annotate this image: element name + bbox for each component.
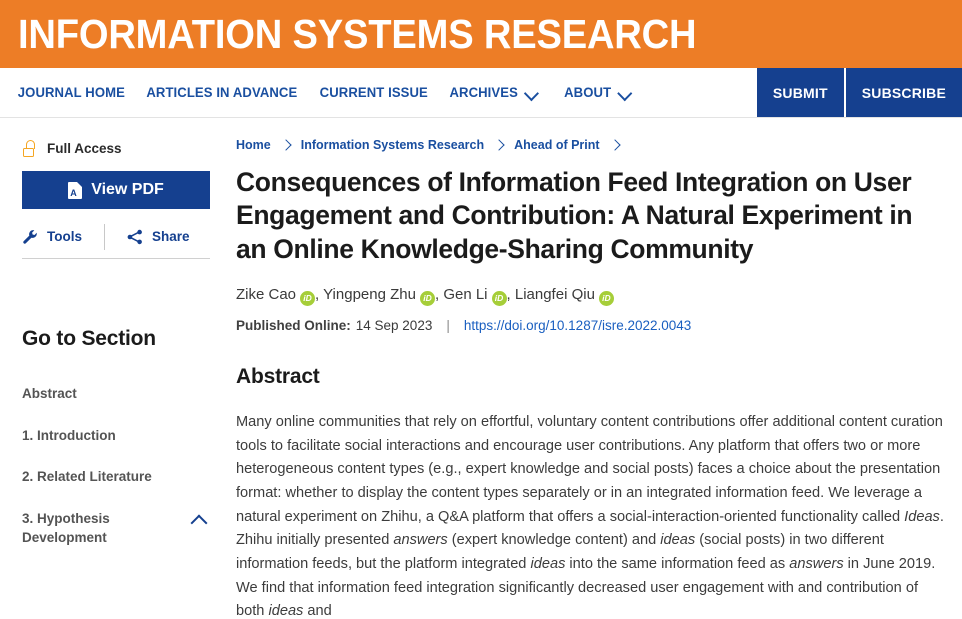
sidebar-item-label: Abstract bbox=[22, 386, 77, 401]
sidebar-item-hypothesis-development[interactable]: 3. Hypothesis Development bbox=[22, 498, 210, 559]
nav-item-journal-home[interactable]: JOURNAL HOME bbox=[18, 85, 134, 100]
author-name[interactable]: Liangfei Qiu bbox=[515, 286, 595, 303]
subscribe-button[interactable]: SUBSCRIBE bbox=[845, 68, 962, 117]
sidebar-item-label: 1. Introduction bbox=[22, 427, 116, 443]
chevron-right-icon bbox=[280, 139, 292, 151]
open-lock-icon bbox=[22, 140, 35, 157]
chevron-right-icon bbox=[493, 139, 505, 151]
nav-item-label: ABOUT bbox=[564, 85, 612, 100]
masthead-banner: INFORMATION SYSTEMS RESEARCH bbox=[0, 0, 962, 68]
share-label: Share bbox=[152, 229, 190, 244]
abstract-heading: Abstract bbox=[236, 365, 320, 389]
wrench-icon bbox=[23, 229, 37, 244]
journal-title: INFORMATION SYSTEMS RESEARCH bbox=[18, 10, 697, 57]
sidebar-item-label: 3. Hypothesis Development bbox=[22, 510, 110, 546]
pdf-file-icon bbox=[68, 181, 83, 199]
sidebar-item-label: 2. Related Literature bbox=[22, 469, 152, 485]
nav-item-archives[interactable]: ARCHIVES bbox=[440, 85, 552, 100]
nav-links-group: JOURNAL HOME ARTICLES IN ADVANCE CURRENT… bbox=[0, 68, 648, 117]
author-name[interactable]: Yingpeng Zhu bbox=[323, 286, 416, 303]
nav-item-label: ARTICLES IN ADVANCE bbox=[146, 85, 298, 100]
tools-button[interactable]: Tools bbox=[22, 229, 104, 245]
orcid-icon[interactable]: iD bbox=[419, 291, 435, 307]
orcid-icon[interactable]: iD bbox=[300, 291, 316, 307]
orcid-icon[interactable]: iD bbox=[491, 291, 507, 307]
chevron-down-icon[interactable] bbox=[617, 85, 632, 100]
view-pdf-button[interactable]: View PDF bbox=[22, 171, 210, 209]
share-icon bbox=[127, 229, 142, 244]
separator: | bbox=[446, 318, 450, 334]
nav-item-articles-in-advance[interactable]: ARTICLES IN ADVANCE bbox=[138, 85, 306, 100]
sidebar-item-abstract[interactable]: Abstract bbox=[22, 373, 210, 415]
publication-info: Published Online: 14 Sep 2023 | https://… bbox=[236, 318, 948, 333]
tools-share-row: Tools Share bbox=[22, 215, 210, 259]
sidebar-item-related-literature[interactable]: 2. Related Literature bbox=[22, 456, 210, 498]
chevron-down-icon[interactable] bbox=[523, 85, 538, 100]
nav-item-label: CURRENT ISSUE bbox=[319, 85, 429, 100]
go-to-section-heading: Go to Section bbox=[22, 327, 156, 350]
submit-button[interactable]: SUBMIT bbox=[756, 68, 844, 117]
access-status: Full Access bbox=[22, 140, 210, 157]
article-content: Home Information Systems Research Ahead … bbox=[232, 118, 962, 619]
access-label: Full Access bbox=[47, 141, 122, 156]
author-list: Zike Cao iD, Yingpeng Zhu iD, Gen Li iD, Li… bbox=[236, 284, 948, 307]
breadcrumb-item-home[interactable]: Home bbox=[236, 138, 271, 152]
nav-item-current-issue[interactable]: CURRENT ISSUE bbox=[311, 85, 437, 100]
nav-action-buttons: SUBMIT SUBSCRIBE bbox=[756, 68, 962, 117]
published-date: 14 Sep 2023 bbox=[355, 318, 433, 334]
author-separator: , bbox=[315, 286, 324, 304]
page-body: Full Access View PDF Tools Share bbox=[0, 118, 962, 619]
tools-label: Tools bbox=[47, 229, 82, 244]
nav-item-about[interactable]: ABOUT bbox=[556, 85, 647, 100]
breadcrumb: Home Information Systems Research Ahead … bbox=[236, 138, 948, 152]
chevron-up-icon[interactable] bbox=[190, 513, 210, 527]
author-name[interactable]: Gen Li bbox=[443, 286, 487, 303]
orcid-icon[interactable]: iD bbox=[598, 291, 614, 307]
view-pdf-label: View PDF bbox=[91, 181, 164, 198]
author-name[interactable]: Zike Cao bbox=[236, 286, 296, 303]
doi-link[interactable]: https://doi.org/10.1287/isre.2022.0043 bbox=[464, 318, 691, 333]
breadcrumb-item-journal[interactable]: Information Systems Research bbox=[301, 138, 484, 152]
chevron-right-icon bbox=[608, 139, 621, 151]
author-separator: , bbox=[506, 286, 515, 304]
abstract-text: Many online communities that rely on eff… bbox=[236, 414, 944, 619]
left-sidebar: Full Access View PDF Tools Share bbox=[0, 118, 232, 619]
nav-item-label: ARCHIVES bbox=[449, 85, 518, 100]
page-title: Consequences of Information Feed Integra… bbox=[236, 167, 913, 264]
nav-item-label: JOURNAL HOME bbox=[17, 85, 125, 100]
published-online-label: Published Online: bbox=[236, 318, 351, 334]
sidebar-item-introduction[interactable]: 1. Introduction bbox=[22, 415, 210, 457]
main-navigation-bar: JOURNAL HOME ARTICLES IN ADVANCE CURRENT… bbox=[0, 68, 962, 118]
breadcrumb-item-ahead-of-print[interactable]: Ahead of Print bbox=[514, 138, 599, 152]
share-button[interactable]: Share bbox=[104, 223, 212, 250]
